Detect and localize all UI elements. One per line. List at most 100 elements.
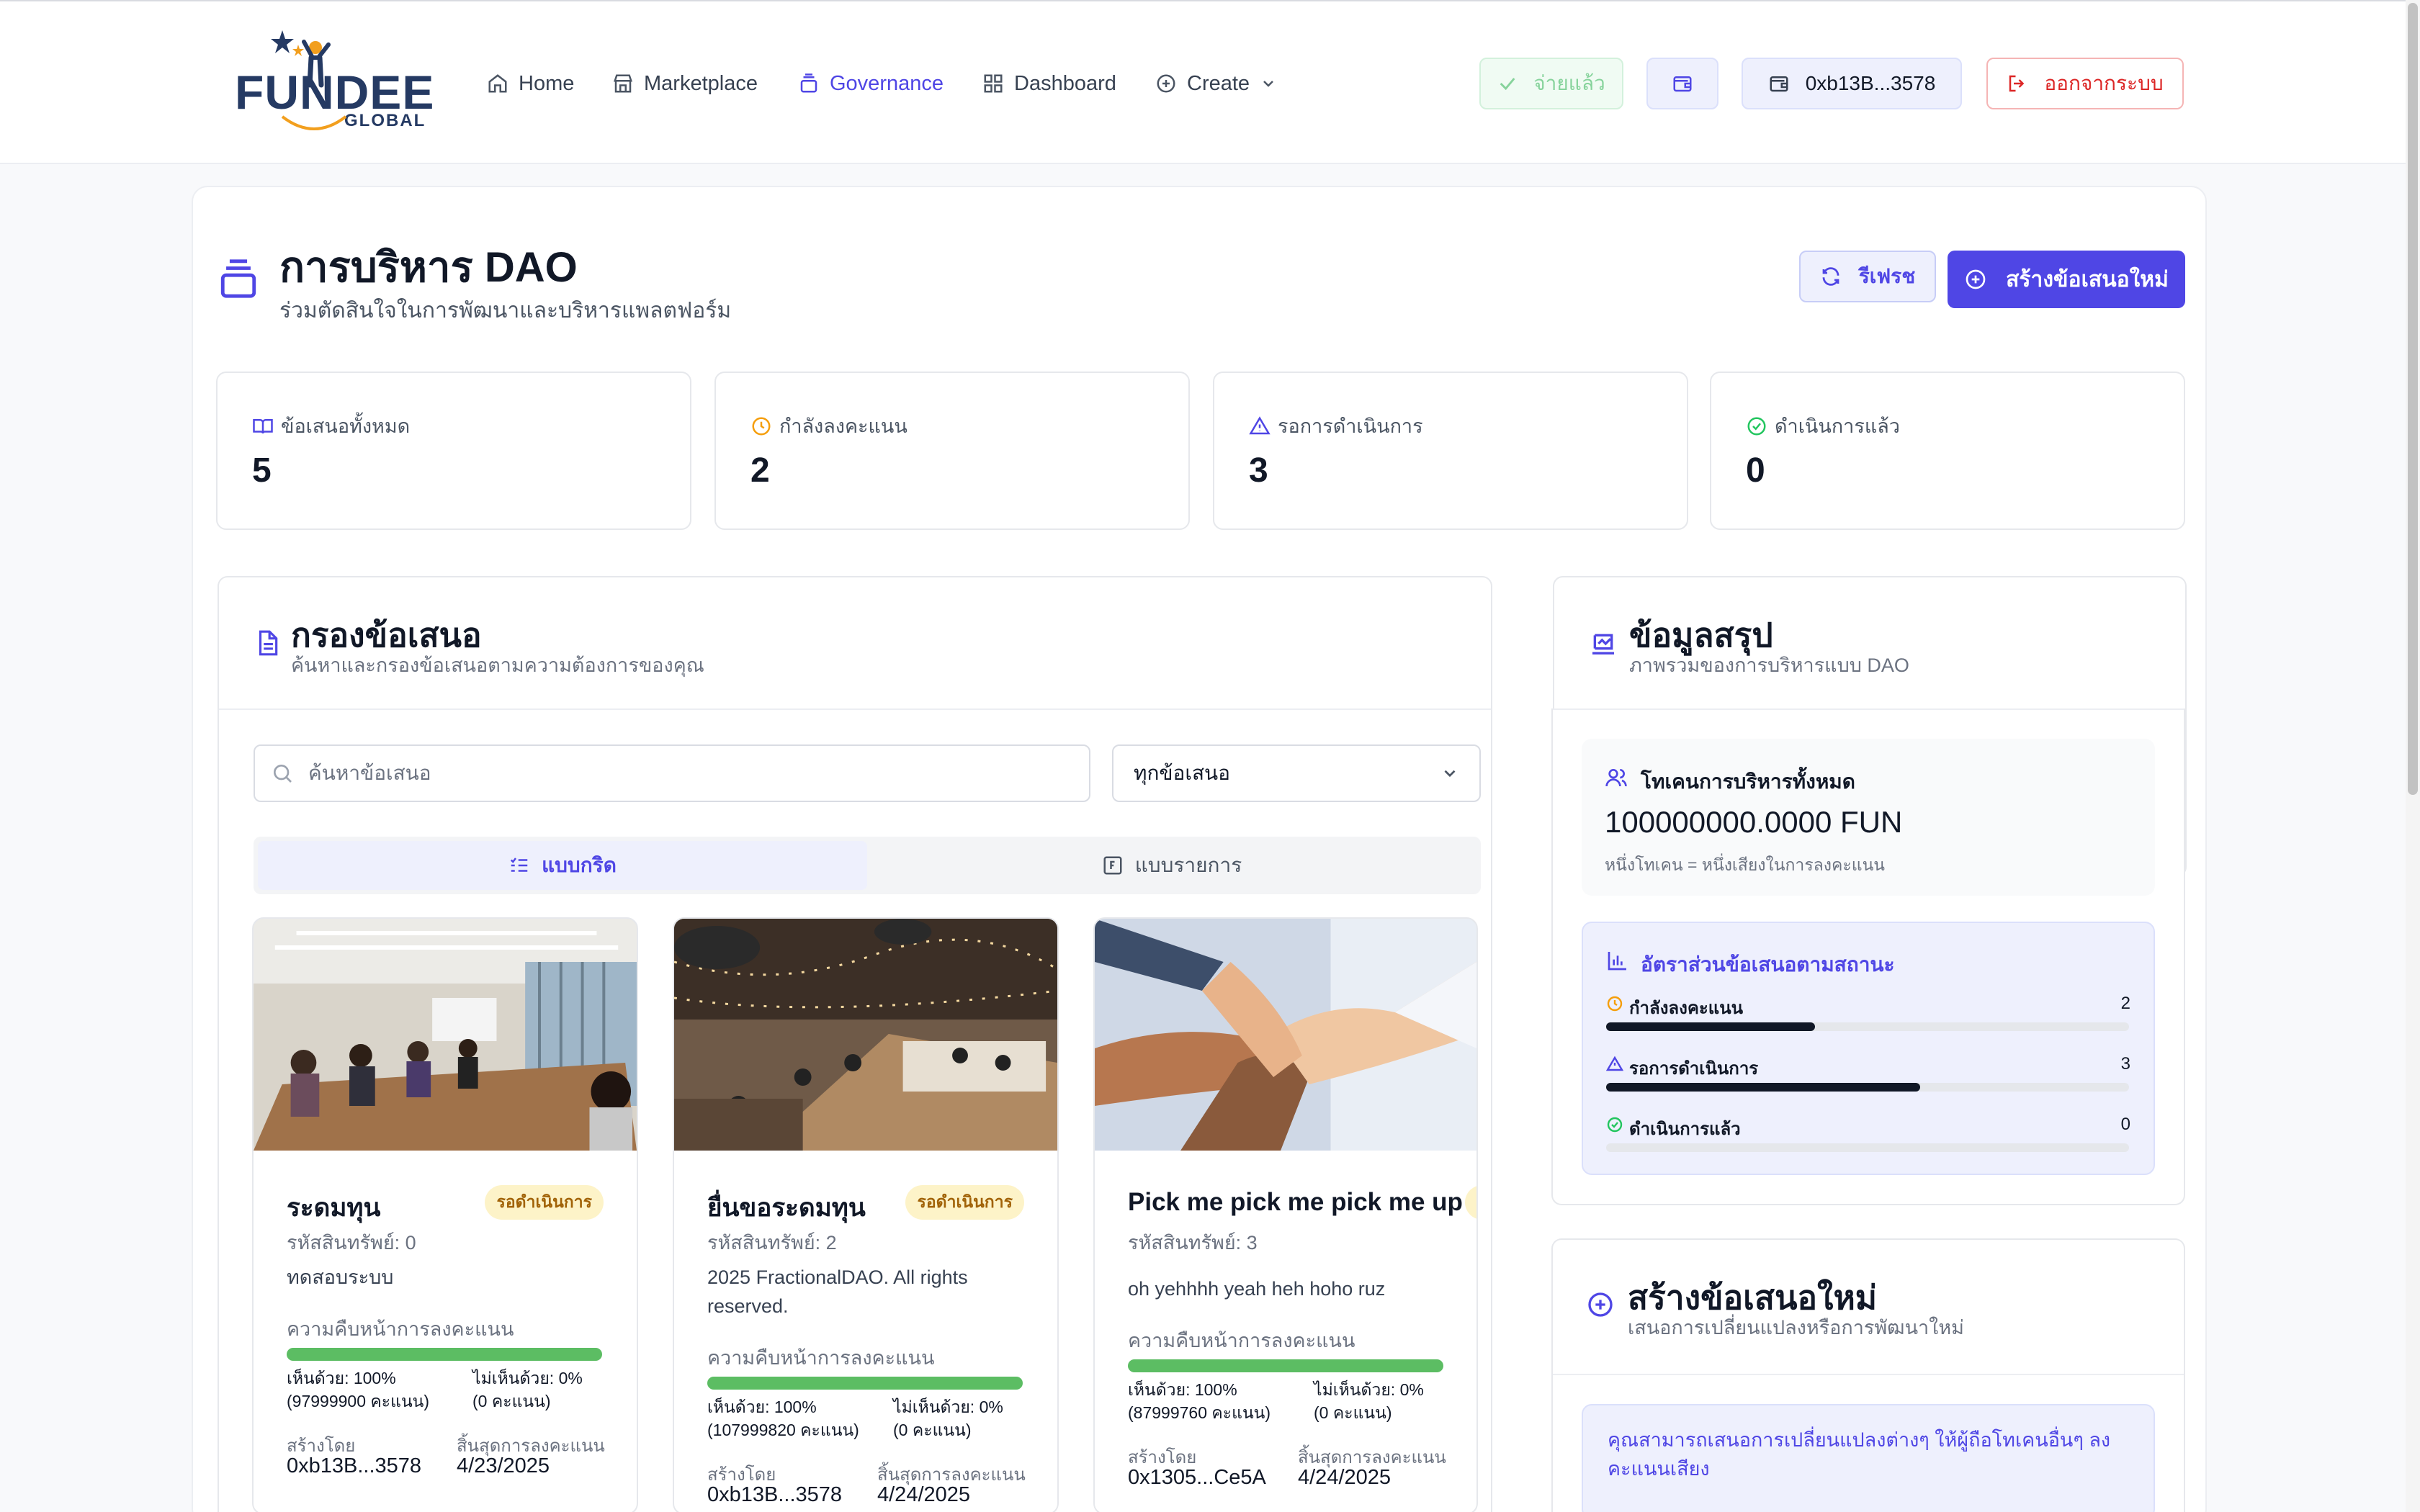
create-info-text: คุณสามารถเสนอการเปลี่ยนแปลงต่างๆ ให้ผู้ถ… (1608, 1429, 2111, 1480)
clock-icon (1607, 996, 1623, 1012)
stat-label: ดำเนินการแล้ว (1746, 410, 1900, 441)
list-check-icon (510, 858, 528, 872)
asset-id: รหัสสินทรัพย์: 0 (287, 1232, 416, 1254)
end-date: 4/24/2025 (877, 1483, 971, 1506)
stat-card-pending: รอการดำเนินการ 3 (1213, 372, 1688, 530)
wallet-address: 0xb13B...3578 (1805, 72, 1936, 94)
create-proposal-button[interactable]: สร้างข้อเสนอใหม่ (1948, 251, 2185, 308)
status-ratio-card: อัตราส่วนข้อเสนอตามสถานะ กำลังลงคะแนน 2 … (1582, 922, 2155, 1175)
vote-progress-bar (1128, 1359, 1443, 1372)
progress-label: ความคืบหน้าการลงคะแนน (287, 1318, 514, 1340)
wallet-button[interactable] (1646, 58, 1718, 109)
proposal-card[interactable]: ยื่นขอระดมทุน รอดำเนินการ รหัสสินทรัพย์:… (673, 917, 1059, 1512)
for-text: เห็นด้วย: 100% (1128, 1380, 1237, 1399)
divider (219, 708, 1491, 710)
end-date: 4/23/2025 (457, 1454, 550, 1477)
top-navbar: FUNDEE GLOBAL Home Marketplace Governanc… (0, 0, 2406, 164)
document-icon (259, 630, 278, 656)
status-badge: รอดำเนินการ (1465, 1185, 1476, 1220)
search-icon (274, 765, 292, 783)
for-votes: เห็นด้วย: 100% (107999820 คะแนน) (707, 1395, 859, 1441)
wallet-icon (1770, 76, 1788, 92)
scrollbar-track[interactable] (2406, 0, 2420, 1512)
refresh-button[interactable]: รีเฟรช (1799, 251, 1936, 302)
smile-arc-icon (281, 115, 347, 130)
book-icon (253, 418, 273, 433)
vote-progress-bar (707, 1377, 1023, 1390)
ratio-track (1606, 1083, 2129, 1092)
created-by-address: 0xb13B...3578 (707, 1483, 843, 1506)
logout-button[interactable]: ออกจากระบบ (1986, 58, 2184, 109)
ratio-title: อัตราส่วนข้อเสนอตามสถานะ (1641, 953, 1895, 976)
wallet-address-button[interactable]: 0xb13B...3578 (1742, 58, 1962, 109)
ratio-count-pending: 3 (2120, 1054, 2130, 1074)
ratio-fill-voting (1606, 1022, 1816, 1031)
proposal-card[interactable]: Pick me pick me pick me up รอดำเนินการ ร… (1093, 917, 1478, 1512)
summary-divider (1553, 708, 2184, 710)
proposal-image-conference-room (254, 919, 637, 1151)
chart-icon (1592, 634, 1614, 654)
search-input[interactable]: ค้นหาข้อเสนอ (254, 744, 1090, 802)
page-title: การบริหาร DAO (279, 244, 578, 291)
home-icon (488, 74, 507, 93)
wallet-icon (1673, 76, 1692, 92)
progress-label: ความคืบหน้าการลงคะแนน (707, 1347, 935, 1369)
against-text: ไม่เห็นด้วย: 0% (1314, 1380, 1424, 1399)
status-badge: รอดำเนินการ (905, 1185, 1024, 1220)
nav-create-dropdown[interactable]: Create (1155, 62, 1277, 105)
nav-home-label: Home (519, 71, 575, 95)
against-text: ไม่เห็นด้วย: 0% (893, 1398, 1003, 1416)
proposal-description: ทดสอบระบบ (287, 1266, 394, 1288)
divider (1553, 1374, 2184, 1375)
stat-label: รอการดำเนินการ (1249, 410, 1423, 441)
chevron-down-icon (1444, 770, 1456, 778)
check-circle-icon (1607, 1117, 1623, 1133)
tab-list-view[interactable]: แบบรายการ (867, 841, 1476, 890)
tab-grid-view[interactable]: แบบกริด (258, 841, 867, 890)
ratio-track (1606, 1022, 2129, 1031)
logout-label: ออกจากระบบ (2044, 72, 2164, 94)
governance-icon (800, 73, 817, 93)
fundee-logo[interactable]: FUNDEE GLOBAL (235, 27, 434, 137)
create-info-box: คุณสามารถเสนอการเปลี่ยนแปลงต่างๆ ให้ผู้ถ… (1582, 1404, 2155, 1512)
create-proposal-label: สร้างข้อเสนอใหม่ (2006, 267, 2169, 292)
stat-value: 3 (1249, 451, 1268, 490)
bar-chart-icon (1608, 952, 1626, 971)
stat-label: ข้อเสนอทั้งหมด (252, 410, 410, 441)
end-date: 4/24/2025 (1298, 1466, 1392, 1489)
stat-card-executed: ดำเนินการแล้ว 0 (1710, 372, 2185, 530)
ratio-label-executed: ดำเนินการแล้ว (1629, 1120, 1741, 1139)
for-count: (97999900 คะแนน) (287, 1392, 430, 1410)
stat-label-text: ข้อเสนอทั้งหมด (281, 415, 411, 437)
proposal-title: ระดมทุน (287, 1194, 381, 1222)
page-subtitle: ร่วมตัดสินใจในการพัฒนาและบริหารแพลตฟอร์ม (279, 299, 732, 323)
table-icon (1103, 856, 1122, 875)
stat-value: 5 (252, 451, 272, 490)
chevron-down-icon (1263, 81, 1273, 87)
against-count: (0 คะแนน) (472, 1392, 551, 1410)
check-icon (1500, 78, 1515, 91)
nav-marketplace[interactable]: Marketplace (612, 62, 758, 105)
paid-status-button[interactable]: จ่ายแล้ว (1479, 58, 1623, 109)
scrollbar-thumb[interactable] (2408, 3, 2418, 795)
ratio-label-pending: รอการดำเนินการ (1629, 1059, 1759, 1079)
ratio-count-executed: 0 (2120, 1115, 2130, 1134)
nav-home[interactable]: Home (487, 62, 574, 105)
token-note: หนึ่งโทเคน = หนึ่งเสียงในการลงคะแนน (1605, 855, 1886, 874)
create-proposal-section: สร้างข้อเสนอใหม่ เสนอการเปลี่ยนแปลงหรือก… (1551, 1238, 2185, 1512)
proposal-filter-select[interactable]: ทุกข้อเสนอ (1112, 744, 1481, 802)
proposal-card[interactable]: ระดมทุน รอดำเนินการ รหัสสินทรัพย์: 0 ทดส… (252, 917, 638, 1512)
plus-circle-icon (1588, 1292, 1613, 1317)
stat-value: 2 (750, 451, 770, 490)
paid-status-label: จ่ายแล้ว (1533, 72, 1605, 94)
for-count: (87999760 คะแนน) (1128, 1403, 1271, 1422)
summary-body: โทเคนการบริหารทั้งหมด 100000000.0000 FUN… (1551, 708, 2185, 1205)
token-value: 100000000.0000 FUN (1605, 805, 1903, 839)
token-card: โทเคนการบริหารทั้งหมด 100000000.0000 FUN… (1582, 739, 2155, 896)
nav-governance[interactable]: Governance (798, 62, 944, 105)
users-icon (1605, 769, 1627, 787)
nav-dashboard[interactable]: Dashboard (982, 62, 1116, 105)
clock-icon (752, 417, 771, 435)
tab-grid-label: แบบกริด (542, 854, 617, 876)
check-circle-icon (1747, 417, 1766, 435)
